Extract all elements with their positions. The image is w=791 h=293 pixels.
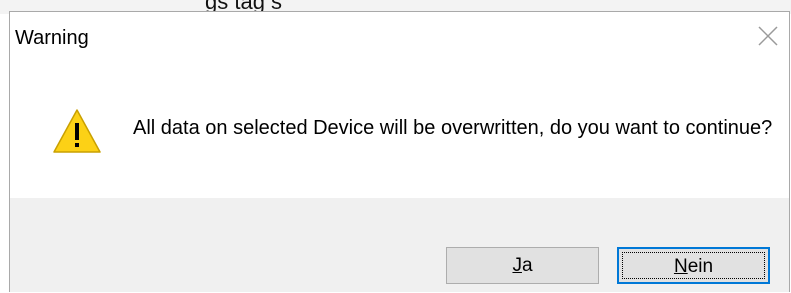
dialog-title: Warning — [15, 27, 89, 49]
no-button-accelerator: N — [673, 256, 688, 277]
close-icon — [758, 26, 778, 46]
dialog-message: All data on selected Device will be over… — [133, 117, 773, 139]
button-area: Ja Nein — [10, 198, 789, 292]
warning-icon — [53, 109, 101, 153]
warning-dialog: Warning All data on selected Device will… — [9, 11, 790, 292]
dialog-content: All data on selected Device will be over… — [10, 64, 789, 198]
yes-button-label: Ja — [512, 255, 532, 276]
no-button-label: Nein — [674, 256, 713, 277]
yes-button-accelerator: J — [512, 255, 522, 276]
no-button[interactable]: Nein — [617, 247, 770, 284]
close-button[interactable] — [754, 22, 782, 50]
yes-button-label-rest: a — [521, 255, 533, 276]
yes-button[interactable]: Ja — [446, 247, 599, 284]
no-button-label-rest: ein — [687, 256, 714, 277]
title-bar[interactable]: Warning — [10, 12, 789, 64]
